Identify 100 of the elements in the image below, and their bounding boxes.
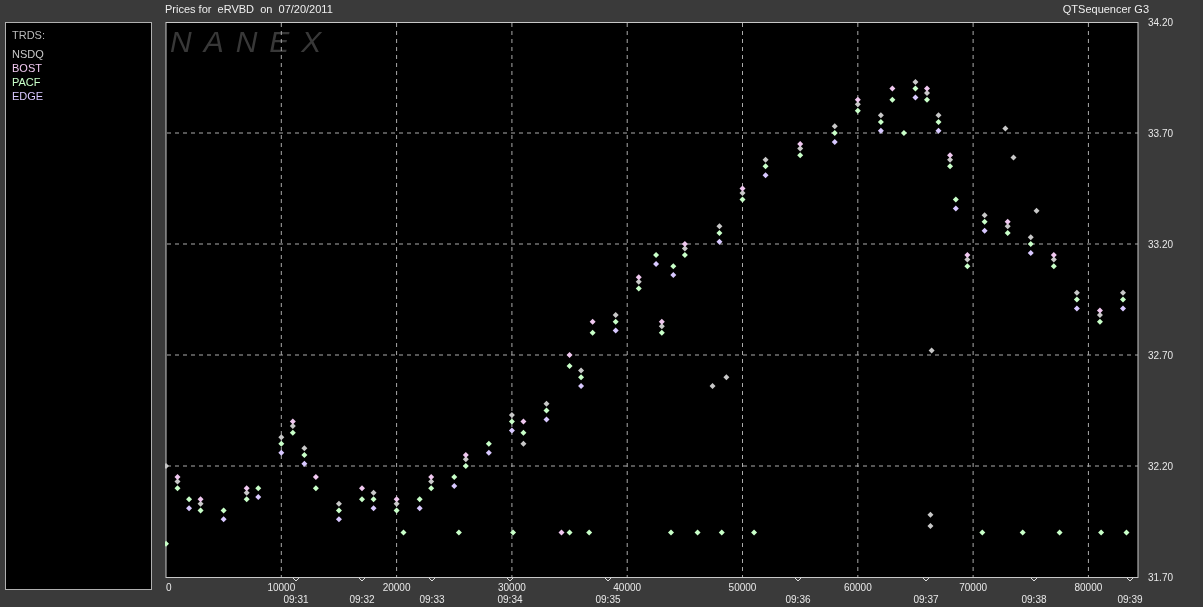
data-point xyxy=(831,138,838,145)
data-point xyxy=(1033,207,1040,214)
data-point xyxy=(485,449,492,456)
data-point xyxy=(928,347,935,354)
time-marker-icon xyxy=(428,577,436,582)
time-label: 09:33 xyxy=(419,593,445,604)
data-point xyxy=(578,383,585,390)
data-point xyxy=(416,505,423,512)
legend-heading: TRDS: xyxy=(12,29,46,41)
data-point xyxy=(543,416,550,423)
data-point xyxy=(220,516,227,523)
data-point xyxy=(694,529,701,536)
data-point xyxy=(709,383,716,390)
axis-label: 34.20 xyxy=(1148,16,1174,28)
data-point xyxy=(400,529,407,536)
data-point xyxy=(255,494,262,501)
data-point xyxy=(520,440,527,447)
axis-label: 50000 xyxy=(728,581,757,593)
axis-label: 10000 xyxy=(267,581,296,593)
logo-text: NANEX xyxy=(170,24,334,58)
data-point xyxy=(723,374,730,381)
data-point xyxy=(718,529,725,536)
axis-label: 20000 xyxy=(382,581,411,593)
data-point xyxy=(485,440,492,447)
data-point xyxy=(889,96,896,103)
axis-label: 33.20 xyxy=(1148,238,1174,250)
data-point xyxy=(508,427,515,434)
data-point xyxy=(301,460,308,467)
data-point xyxy=(979,529,986,536)
time-marker-icon xyxy=(604,577,612,582)
data-point xyxy=(586,529,593,536)
data-point xyxy=(900,129,907,136)
axis-label: 40000 xyxy=(613,581,642,593)
app-name: QTSequencer G3 xyxy=(1062,3,1149,16)
data-point xyxy=(255,485,262,492)
data-point xyxy=(335,516,342,523)
data-point xyxy=(762,172,769,179)
data-point xyxy=(952,196,959,203)
data-point xyxy=(912,94,919,101)
data-point xyxy=(1019,529,1026,536)
data-point xyxy=(186,496,193,503)
time-label: 09:35 xyxy=(595,593,621,604)
legend-item: NSDQ xyxy=(12,48,45,60)
data-point xyxy=(520,429,527,436)
data-point xyxy=(312,485,319,492)
data-point xyxy=(566,363,573,370)
axis-label: 70000 xyxy=(959,581,987,593)
axis-label: 31.70 xyxy=(1148,571,1174,583)
axis-label: 80000 xyxy=(1074,581,1103,593)
data-point xyxy=(165,462,169,469)
data-point xyxy=(359,496,365,503)
data-point xyxy=(889,85,896,92)
data-point xyxy=(1123,529,1130,536)
data-point xyxy=(312,474,319,481)
data-point xyxy=(520,418,527,425)
chart-title: Prices for eRVBD on 07/20/2011 xyxy=(165,3,333,16)
time-label: 09:34 xyxy=(497,593,523,604)
time-marker-icon xyxy=(922,577,930,582)
data-point xyxy=(455,529,462,536)
axis-label: 0 xyxy=(166,581,172,593)
data-point xyxy=(1073,305,1080,312)
time-label: 09:39 xyxy=(1117,593,1143,604)
axis-label: 33.70 xyxy=(1148,127,1174,139)
data-point xyxy=(589,329,596,336)
time-label: 09:31 xyxy=(283,593,309,604)
data-point xyxy=(981,227,988,234)
data-point xyxy=(566,351,573,358)
data-point xyxy=(952,205,959,212)
axis-label: 60000 xyxy=(843,581,872,593)
data-point xyxy=(186,505,193,512)
data-point xyxy=(416,496,423,503)
data-point xyxy=(927,522,934,529)
legend-item: PACF xyxy=(12,76,42,88)
axis-label: 32.20 xyxy=(1148,460,1174,472)
data-point xyxy=(668,529,674,536)
axis-label: 32.70 xyxy=(1148,349,1174,361)
data-point xyxy=(1120,305,1126,312)
axis-label: 30000 xyxy=(498,581,526,593)
data-point xyxy=(751,529,758,536)
data-point xyxy=(359,485,365,492)
time-marker-icon xyxy=(1030,577,1038,582)
time-label: 09:36 xyxy=(785,593,811,604)
data-point xyxy=(612,327,619,334)
data-point xyxy=(1010,154,1017,161)
time-label: 09:37 xyxy=(913,593,939,604)
data-point xyxy=(510,529,517,536)
data-point xyxy=(670,272,677,279)
time-marker-icon xyxy=(358,577,366,582)
data-point xyxy=(370,505,377,512)
time-label: 09:38 xyxy=(1021,593,1047,604)
data-point xyxy=(935,127,942,134)
data-point xyxy=(165,540,169,547)
data-point xyxy=(1098,529,1105,536)
data-point xyxy=(1002,125,1009,132)
data-point xyxy=(670,263,677,270)
data-point xyxy=(927,511,934,518)
time-marker-icon xyxy=(292,577,300,582)
time-marker-icon xyxy=(506,577,514,582)
data-point xyxy=(220,507,227,514)
data-point xyxy=(877,127,884,134)
